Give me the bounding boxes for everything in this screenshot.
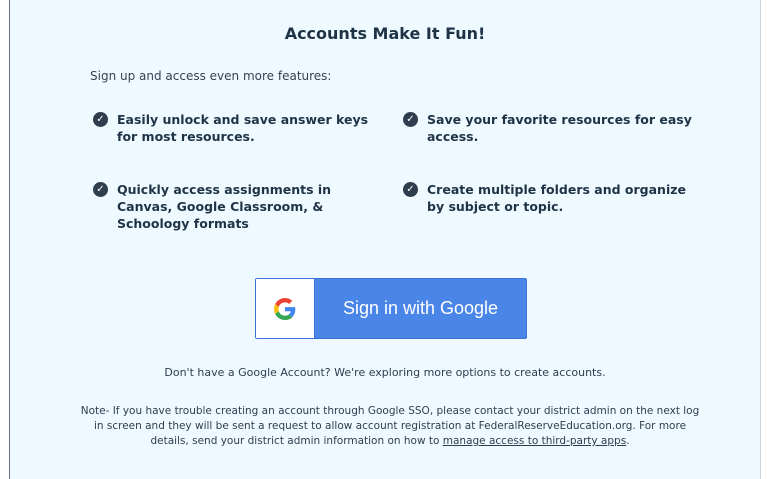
panel-title: Accounts Make It Fun! bbox=[284, 24, 486, 43]
note-end: . bbox=[626, 435, 630, 447]
check-circle-icon: ✓ bbox=[93, 112, 108, 127]
sso-note: Note- If you have trouble creating an ac… bbox=[80, 404, 700, 449]
google-button-label: Sign in with Google bbox=[342, 298, 499, 318]
sign-in-with-google-button[interactable]: Sign in with Google bbox=[255, 278, 527, 339]
feature-item: ✓ Easily unlock and save answer keys for… bbox=[93, 111, 373, 145]
no-google-account-text: Don't have a Google Account? We're explo… bbox=[164, 366, 606, 379]
feature-label: Easily unlock and save answer keys for m… bbox=[117, 112, 369, 144]
feature-item: ✓ Save your favorite resources for easy … bbox=[403, 111, 693, 145]
google-logo-container bbox=[256, 279, 315, 338]
manage-access-link[interactable]: manage access to third-party apps bbox=[443, 435, 626, 447]
feature-label: Create multiple folders and organize by … bbox=[427, 182, 686, 214]
check-circle-icon: ✓ bbox=[93, 182, 108, 197]
intro-text: Sign up and access even more features: bbox=[90, 69, 332, 83]
check-circle-icon: ✓ bbox=[403, 182, 418, 197]
check-circle-icon: ✓ bbox=[403, 112, 418, 127]
feature-item: ✓ Create multiple folders and organize b… bbox=[403, 181, 693, 215]
feature-label: Quickly access assignments in Canvas, Go… bbox=[117, 182, 332, 231]
feature-item: ✓ Quickly access assignments in Canvas, … bbox=[93, 181, 383, 232]
accounts-panel: Accounts Make It Fun! Sign up and access… bbox=[9, 0, 761, 479]
feature-label: Save your favorite resources for easy ac… bbox=[427, 112, 692, 144]
google-g-icon bbox=[274, 297, 296, 320]
